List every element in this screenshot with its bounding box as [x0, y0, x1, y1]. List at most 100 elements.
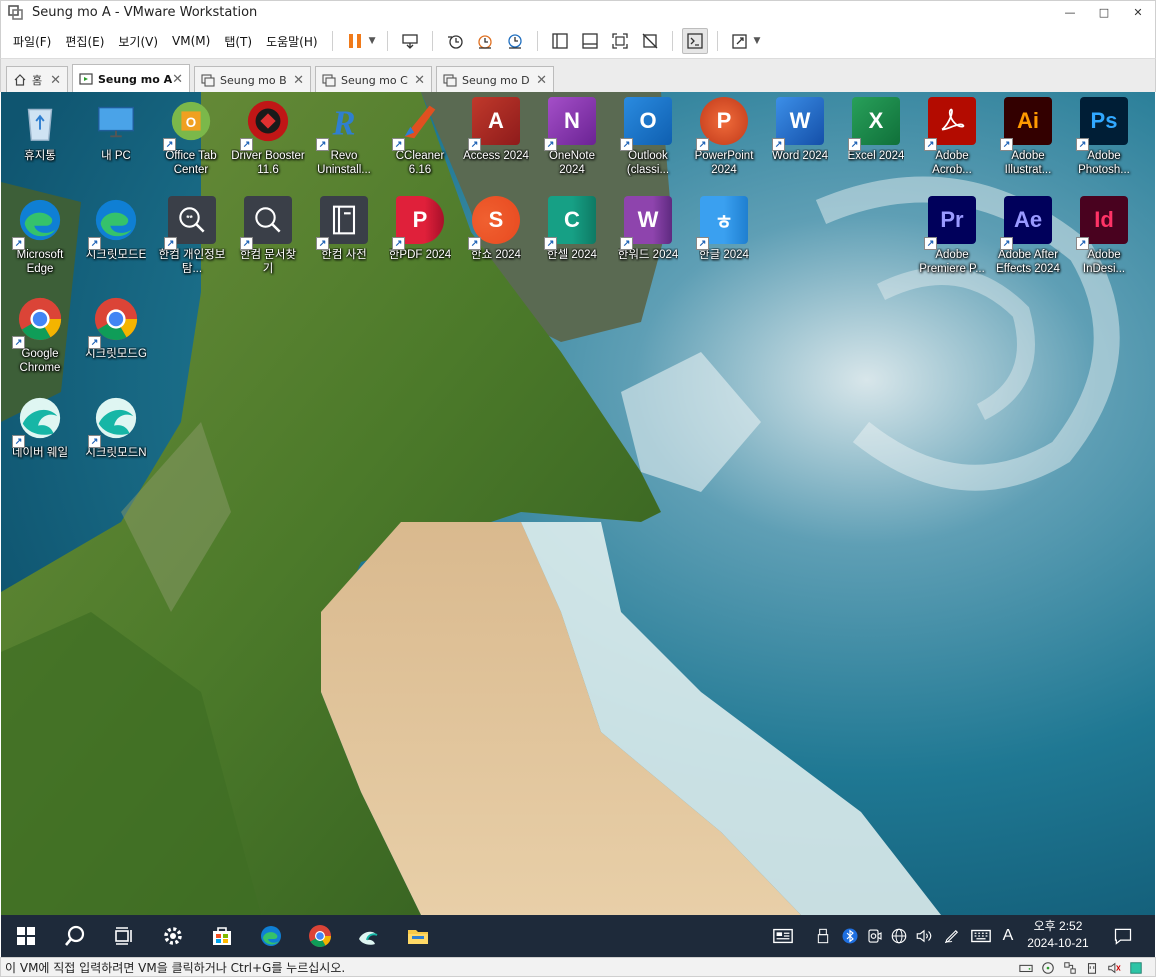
desktop-icon-ccleaner[interactable]: ↗ CCleaner 6.16	[382, 97, 458, 177]
notification-center-icon[interactable]	[1105, 915, 1141, 957]
ime-indicator[interactable]: A	[997, 915, 1019, 957]
settings-icon[interactable]	[148, 915, 197, 957]
tab-seung-mo-d[interactable]: Seung mo D ✕	[436, 66, 554, 93]
close-icon[interactable]: ✕	[414, 73, 425, 88]
desktop-icon-this-pc[interactable]: 내 PC	[78, 97, 154, 163]
menu-file[interactable]: 파일(F)	[6, 33, 58, 50]
desktop-icon-indesign[interactable]: Id ↗ Adobe InDesi...	[1066, 196, 1142, 276]
menu-edit[interactable]: 편집(E)	[58, 33, 111, 50]
desktop-icon-chrome-incognito[interactable]: ↗ 시크릿모드G	[78, 295, 154, 361]
hard-disk-icon[interactable]	[1015, 960, 1037, 976]
usb-device-icon[interactable]	[1081, 960, 1103, 976]
desktop-icon-access[interactable]: A ↗ Access 2024	[458, 97, 534, 163]
desktop-icon-hanpdf[interactable]: P ↗ 한PDF 2024	[382, 196, 458, 262]
close-icon[interactable]: ✕	[293, 73, 304, 88]
send-ctrl-alt-del-button[interactable]	[397, 28, 423, 54]
hanword-icon: W ↗	[620, 196, 672, 250]
desktop-icon-outlook[interactable]: O ↗ Outlook (classi...	[610, 97, 686, 177]
store-icon[interactable]	[197, 915, 246, 957]
usb-icon[interactable]	[813, 915, 833, 957]
desktop-icon-excel[interactable]: X ↗ Excel 2024	[838, 97, 914, 163]
chevron-down-icon[interactable]: ▼	[754, 36, 761, 46]
sound-card-icon[interactable]	[1103, 960, 1125, 976]
maximize-button[interactable]: □	[1087, 1, 1121, 25]
desktop-icon-hanword[interactable]: W ↗ 한워드 2024	[610, 196, 686, 262]
desktop-icon-word[interactable]: W ↗ Word 2024	[762, 97, 838, 163]
close-icon[interactable]: ✕	[536, 73, 547, 88]
minimize-button[interactable]: —	[1053, 1, 1087, 25]
desktop-icon-edge-inprivate[interactable]: ↗ 시크릿모드E	[78, 196, 154, 262]
volume-icon[interactable]	[911, 915, 937, 957]
desktop-icon-after-effects[interactable]: Ae ↗ Adobe After Effects 2024	[990, 196, 1066, 276]
task-view-icon[interactable]	[99, 915, 148, 957]
edge-icon[interactable]	[246, 915, 295, 957]
desktop-icon-office-tab-center[interactable]: O ↗ Office Tab Center	[153, 97, 229, 177]
messages-icon[interactable]	[1125, 960, 1147, 976]
close-icon[interactable]: ✕	[50, 73, 61, 88]
whale-icon[interactable]	[344, 915, 393, 957]
hangul-icon: ㅎ ↗	[696, 196, 748, 250]
chevron-down-icon[interactable]: ▼	[369, 36, 376, 46]
taskbar-clock[interactable]: 오후 2:52 2024-10-21	[1017, 918, 1099, 952]
menu-vm[interactable]: VM(M)	[165, 34, 217, 48]
indesign-icon: Id ↗	[1076, 196, 1128, 250]
menu-tabs[interactable]: 탭(T)	[217, 33, 259, 50]
desktop-icon-onenote[interactable]: N ↗ OneNote 2024	[534, 97, 610, 177]
chrome-icon[interactable]	[295, 915, 344, 957]
pen-icon[interactable]	[939, 915, 965, 957]
search-icon[interactable]	[50, 915, 99, 957]
desktop-icon-hancom-privacy[interactable]: ** ↗ 한컴 개인정보탐...	[154, 196, 230, 276]
menu-view[interactable]: 보기(V)	[111, 33, 165, 50]
snapshot-manager-button[interactable]	[502, 28, 528, 54]
tab-home[interactable]: 홈 ✕	[6, 66, 68, 93]
full-screen-button[interactable]	[607, 28, 633, 54]
network-adapter-icon[interactable]	[1059, 960, 1081, 976]
desktop-icon-naver-whale[interactable]: ↗ 네이버 웨일	[2, 394, 78, 460]
menu-help[interactable]: 도움말(H)	[259, 33, 325, 50]
icon-label: PowerPoint 2024	[694, 150, 754, 176]
desktop-icon-illustrator[interactable]: Ai ↗ Adobe Illustrat...	[990, 97, 1066, 177]
desktop-icon-acrobat[interactable]: ↗ Adobe Acrob...	[914, 97, 990, 177]
close-button[interactable]: ✕	[1121, 1, 1155, 25]
bluetooth-icon[interactable]	[839, 915, 861, 957]
notification-badge-icon[interactable]	[767, 915, 799, 957]
webcam-icon[interactable]	[863, 915, 887, 957]
cd-dvd-icon[interactable]	[1037, 960, 1059, 976]
desktop-icon-hancom-search[interactable]: ↗ 한컴 문서찾기	[230, 196, 306, 276]
file-explorer-icon[interactable]	[393, 915, 442, 957]
unity-button[interactable]	[637, 28, 663, 54]
tab-seung-mo-c[interactable]: Seung mo C ✕	[315, 66, 432, 93]
start-icon[interactable]	[1, 915, 50, 957]
console-view-button[interactable]	[681, 28, 708, 54]
keyboard-icon[interactable]	[967, 915, 995, 957]
desktop-icon-microsoft-edge[interactable]: ↗ Microsoft Edge	[2, 196, 78, 276]
stretch-guest-button[interactable]	[727, 28, 753, 54]
icon-label: 내 PC	[101, 150, 131, 162]
desktop-icon-hancell[interactable]: C ↗ 한셀 2024	[534, 196, 610, 262]
icon-label: Driver Booster 11.6	[231, 150, 305, 176]
close-icon[interactable]: ✕	[172, 72, 183, 87]
take-snapshot-button[interactable]	[442, 28, 468, 54]
vm-guest-screen[interactable]: 휴지통 내 PC O ↗ Office Tab Center ↗ Driver …	[1, 92, 1155, 915]
shortcut-arrow-icon: ↗	[88, 237, 101, 250]
shortcut-arrow-icon: ↗	[12, 237, 25, 250]
show-thumbnail-bar-button[interactable]	[577, 28, 603, 54]
desktop-icon-google-chrome[interactable]: ↗ Google Chrome	[2, 295, 78, 375]
desktop-icon-premiere[interactable]: Pr ↗ Adobe Premiere P...	[914, 196, 990, 276]
desktop-icon-photoshop[interactable]: Ps ↗ Adobe Photosh...	[1066, 97, 1142, 177]
show-library-button[interactable]	[547, 28, 573, 54]
desktop-icon-powerpoint[interactable]: P ↗ PowerPoint 2024	[686, 97, 762, 177]
desktop-icon-hanshow[interactable]: S ↗ 한쇼 2024	[458, 196, 534, 262]
network-globe-icon[interactable]	[887, 915, 911, 957]
desktop-icon-whale-secret[interactable]: ↗ 시크릿모드N	[78, 394, 154, 460]
desktop-icon-hancom-dictionary[interactable]: ↗ 한컴 사전	[306, 196, 382, 262]
desktop-icon-revo-uninstaller[interactable]: R ↗ Revo Uninstall...	[306, 97, 382, 177]
tab-seung-mo-b[interactable]: Seung mo B ✕	[194, 66, 311, 93]
desktop-icon-hangul[interactable]: ㅎ ↗ 한글 2024	[686, 196, 762, 262]
revert-snapshot-button[interactable]	[472, 28, 498, 54]
desktop-icon-driver-booster[interactable]: ↗ Driver Booster 11.6	[230, 97, 306, 177]
desktop-icon-recycle-bin[interactable]: 휴지통	[2, 97, 78, 163]
tab-seung-mo-a[interactable]: Seung mo A ✕	[72, 64, 190, 93]
icon-label: 시크릿모드N	[85, 447, 147, 459]
pause-vm-button[interactable]	[342, 28, 368, 54]
